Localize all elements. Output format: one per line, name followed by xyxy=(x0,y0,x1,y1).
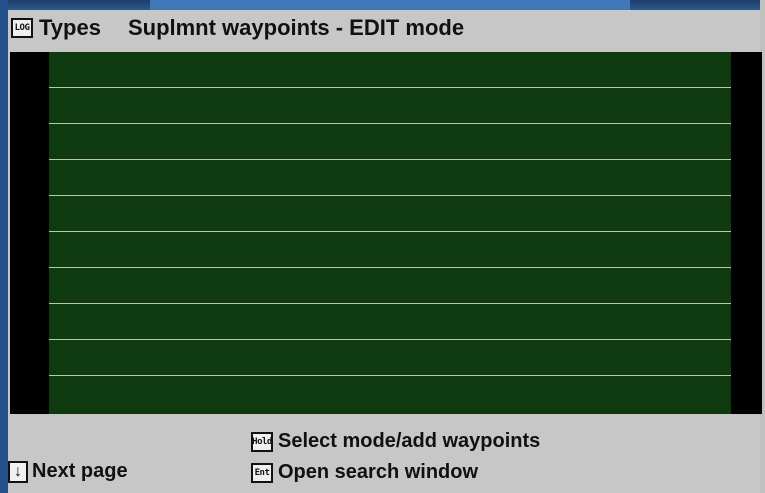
device-screen: LOG Types Suplmnt waypoints - EDIT mode … xyxy=(8,10,762,493)
select-mode-hint[interactable]: Hold Select mode/add waypoints xyxy=(251,430,540,453)
list-row[interactable] xyxy=(49,196,731,232)
down-arrow-icon: ↓ xyxy=(8,460,28,483)
log-key-icon: LOG xyxy=(11,18,33,38)
footer-hints: ↓ Next page Hold Select mode/add waypoin… xyxy=(8,420,760,493)
list-row[interactable] xyxy=(49,304,731,340)
section-title: Types xyxy=(39,15,101,40)
mode-title: Suplmnt waypoints - EDIT mode xyxy=(127,15,465,40)
window-left-frame xyxy=(0,0,8,493)
waypoint-list[interactable] xyxy=(49,52,731,414)
waypoint-list-panel xyxy=(10,52,762,414)
list-row[interactable] xyxy=(49,232,731,268)
list-row[interactable] xyxy=(49,124,731,160)
list-row[interactable] xyxy=(49,52,731,88)
enter-key-icon: Ent xyxy=(251,462,273,483)
title-bar: LOG Types Suplmnt waypoints - EDIT mode xyxy=(8,10,760,46)
select-mode-label: Select mode/add waypoints xyxy=(278,430,541,452)
open-search-hint[interactable]: Ent Open search window xyxy=(251,461,478,484)
hold-key-icon: Hold xyxy=(251,431,273,452)
next-page-hint[interactable]: ↓ Next page xyxy=(8,460,128,483)
list-row[interactable] xyxy=(49,88,731,124)
list-row[interactable] xyxy=(49,376,731,411)
list-row[interactable] xyxy=(49,268,731,304)
list-row[interactable] xyxy=(49,160,731,196)
window-top-frame xyxy=(0,0,765,10)
list-row[interactable] xyxy=(49,340,731,376)
open-search-label: Open search window xyxy=(278,461,479,483)
next-page-label: Next page xyxy=(32,460,128,482)
